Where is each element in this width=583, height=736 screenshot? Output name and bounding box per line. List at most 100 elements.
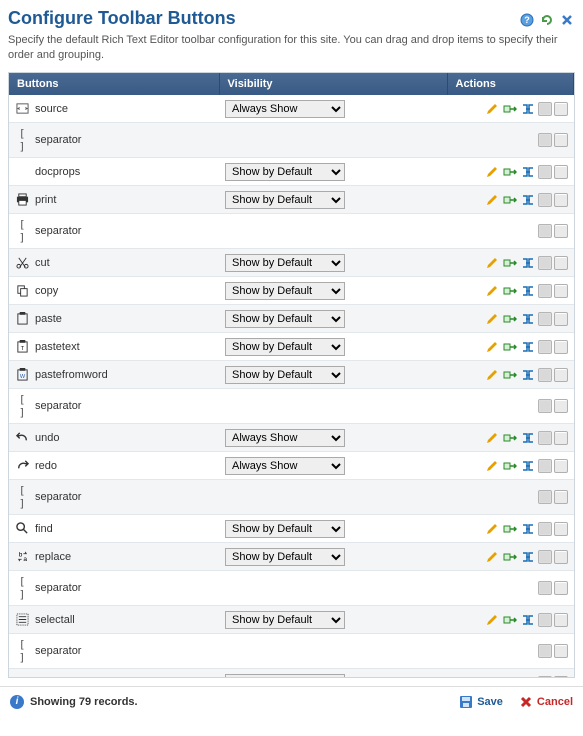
refresh-icon[interactable] [539, 12, 555, 28]
table-row[interactable]: findAlways ShowShow by DefaultHide by De… [9, 515, 574, 543]
move-icon[interactable] [502, 367, 518, 383]
table-row[interactable]: cutAlways ShowShow by DefaultHide by Def… [9, 249, 574, 277]
visibility-select[interactable]: Always ShowShow by DefaultHide by Defaul… [225, 674, 345, 678]
group-icon[interactable] [520, 101, 536, 117]
group-icon[interactable] [520, 430, 536, 446]
edit-icon[interactable] [484, 101, 500, 117]
disk-icon[interactable] [538, 459, 552, 473]
visibility-select[interactable]: Always ShowShow by DefaultHide by Defaul… [225, 548, 345, 566]
move-icon[interactable] [502, 255, 518, 271]
group-icon[interactable] [520, 255, 536, 271]
move-icon[interactable] [502, 339, 518, 355]
disk-icon[interactable] [538, 676, 552, 678]
group-icon[interactable] [520, 549, 536, 565]
edit-icon[interactable] [484, 549, 500, 565]
disk-icon[interactable] [538, 340, 552, 354]
visibility-select[interactable]: Always ShowShow by DefaultHide by Defaul… [225, 100, 345, 118]
group-icon[interactable] [520, 164, 536, 180]
visibility-select[interactable]: Always ShowShow by DefaultHide by Defaul… [225, 282, 345, 300]
visibility-select[interactable]: Always ShowShow by DefaultHide by Defaul… [225, 611, 345, 629]
edit-icon[interactable] [484, 521, 500, 537]
table-row[interactable]: [ ]separator [9, 480, 574, 515]
edit-icon[interactable] [484, 367, 500, 383]
disk-icon[interactable] [538, 368, 552, 382]
table-row[interactable]: ABCscaytAlways ShowShow by DefaultHide b… [9, 669, 574, 678]
table-row[interactable]: undoAlways ShowShow by DefaultHide by De… [9, 424, 574, 452]
visibility-select[interactable]: Always ShowShow by DefaultHide by Defaul… [225, 429, 345, 447]
disk-icon[interactable] [538, 431, 552, 445]
group-icon[interactable] [520, 283, 536, 299]
edit-icon[interactable] [484, 675, 500, 678]
edit-icon[interactable] [484, 192, 500, 208]
table-row[interactable]: pasteAlways ShowShow by DefaultHide by D… [9, 305, 574, 333]
check-icon[interactable] [554, 193, 568, 207]
edit-icon[interactable] [484, 612, 500, 628]
disk-icon[interactable] [538, 193, 552, 207]
move-icon[interactable] [502, 430, 518, 446]
edit-icon[interactable] [484, 311, 500, 327]
edit-icon[interactable] [484, 339, 500, 355]
edit-icon[interactable] [484, 283, 500, 299]
col-buttons[interactable]: Buttons [9, 73, 219, 95]
check-icon[interactable] [554, 522, 568, 536]
edit-icon[interactable] [484, 430, 500, 446]
disk-icon[interactable] [538, 133, 552, 147]
disk-icon[interactable] [538, 550, 552, 564]
disk-icon[interactable] [538, 224, 552, 238]
move-icon[interactable] [502, 458, 518, 474]
table-row[interactable]: printAlways ShowShow by DefaultHide by D… [9, 186, 574, 214]
move-icon[interactable] [502, 283, 518, 299]
disk-icon[interactable] [538, 522, 552, 536]
move-icon[interactable] [502, 101, 518, 117]
disk-icon[interactable] [538, 490, 552, 504]
visibility-select[interactable]: Always ShowShow by DefaultHide by Defaul… [225, 520, 345, 538]
move-icon[interactable] [502, 164, 518, 180]
group-icon[interactable] [520, 675, 536, 678]
disk-icon[interactable] [538, 613, 552, 627]
check-icon[interactable] [554, 399, 568, 413]
disk-icon[interactable] [538, 165, 552, 179]
move-icon[interactable] [502, 311, 518, 327]
group-icon[interactable] [520, 367, 536, 383]
disk-icon[interactable] [538, 581, 552, 595]
col-visibility[interactable]: Visibility [219, 73, 447, 95]
table-row[interactable]: redoAlways ShowShow by DefaultHide by De… [9, 452, 574, 480]
check-icon[interactable] [554, 431, 568, 445]
move-icon[interactable] [502, 521, 518, 537]
disk-icon[interactable] [538, 256, 552, 270]
table-row[interactable]: bareplaceAlways ShowShow by DefaultHide … [9, 543, 574, 571]
check-icon[interactable] [554, 550, 568, 564]
table-row[interactable]: WpastefromwordAlways ShowShow by Default… [9, 361, 574, 389]
edit-icon[interactable] [484, 255, 500, 271]
edit-icon[interactable] [484, 164, 500, 180]
check-icon[interactable] [554, 676, 568, 678]
help-icon[interactable]: ? [519, 12, 535, 28]
close-icon[interactable] [559, 12, 575, 28]
table-row[interactable]: copyAlways ShowShow by DefaultHide by De… [9, 277, 574, 305]
check-icon[interactable] [554, 284, 568, 298]
cancel-button[interactable]: Cancel [519, 695, 573, 709]
visibility-select[interactable]: Always ShowShow by DefaultHide by Defaul… [225, 254, 345, 272]
check-icon[interactable] [554, 133, 568, 147]
group-icon[interactable] [520, 339, 536, 355]
check-icon[interactable] [554, 490, 568, 504]
group-icon[interactable] [520, 612, 536, 628]
table-row[interactable]: [ ]separator [9, 389, 574, 424]
disk-icon[interactable] [538, 102, 552, 116]
table-row[interactable]: selectallAlways ShowShow by DefaultHide … [9, 606, 574, 634]
disk-icon[interactable] [538, 399, 552, 413]
table-row[interactable]: TpastetextAlways ShowShow by DefaultHide… [9, 333, 574, 361]
visibility-select[interactable]: Always ShowShow by DefaultHide by Defaul… [225, 338, 345, 356]
table-row[interactable]: docpropsAlways ShowShow by DefaultHide b… [9, 158, 574, 186]
move-icon[interactable] [502, 192, 518, 208]
disk-icon[interactable] [538, 312, 552, 326]
check-icon[interactable] [554, 613, 568, 627]
visibility-select[interactable]: Always ShowShow by DefaultHide by Defaul… [225, 366, 345, 384]
edit-icon[interactable] [484, 458, 500, 474]
move-icon[interactable] [502, 549, 518, 565]
check-icon[interactable] [554, 102, 568, 116]
check-icon[interactable] [554, 459, 568, 473]
disk-icon[interactable] [538, 284, 552, 298]
visibility-select[interactable]: Always ShowShow by DefaultHide by Defaul… [225, 163, 345, 181]
check-icon[interactable] [554, 312, 568, 326]
